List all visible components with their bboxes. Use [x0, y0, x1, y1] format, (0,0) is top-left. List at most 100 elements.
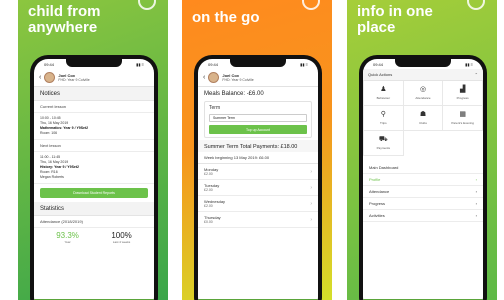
quick-action-parents-evening[interactable]: ▦ Parent's Evening — [443, 106, 483, 131]
student-avatar — [208, 72, 220, 83]
menu-main-dashboard[interactable]: Main Dashboard — [363, 162, 483, 174]
profile-text: Joel Cox FHD: Year 9 Colville — [222, 73, 253, 82]
quick-action-trips[interactable]: ⚲ Trips — [364, 106, 404, 131]
current-lesson-card[interactable]: 10:00 - 10:45 Thu, 16 May 2019 Mathemati… — [34, 113, 154, 140]
chevron-up-icon: ⌃ — [474, 72, 478, 77]
phone-screen: 09:44 ▮▮ ≡ Quick Actions ⌃ ♟ Behaviour ◎… — [363, 59, 483, 300]
term-total-payments: Summer Term Total Payments: £18.00 — [198, 140, 318, 152]
list-item[interactable]: Wednesday £2.00 › — [198, 196, 318, 212]
back-chevron-icon[interactable]: ‹ — [203, 74, 205, 81]
panel-headline: on the go — [192, 9, 260, 26]
status-time: 09:44 — [44, 61, 55, 67]
stat-year: 93.3% Year — [56, 231, 79, 244]
chevron-right-icon: › — [475, 189, 477, 194]
quick-action-payments[interactable]: ⛟ Payments — [364, 131, 404, 156]
term-select[interactable]: Summer Term — [209, 114, 307, 122]
statistics-title: Statistics — [34, 202, 154, 216]
chevron-right-icon: › — [310, 184, 312, 191]
quick-action-progress[interactable]: ▟ Progress — [443, 81, 483, 106]
attendance-label: Attendance (2018/2019) — [34, 216, 154, 228]
student-class: FHD: Year 9 Colville — [58, 78, 90, 82]
group-icon: ☗ — [419, 111, 427, 118]
meals-balance: Meals Balance: -£6.00 — [204, 91, 264, 97]
quick-action-label: Parent's Evening — [451, 121, 474, 125]
phone-notch — [230, 59, 286, 67]
decorative-ring — [138, 0, 156, 10]
phone-frame: 09:44 ▮▮ ≡ Quick Actions ⌃ ♟ Behaviour ◎… — [359, 55, 487, 300]
quick-actions-title: Quick Actions — [368, 72, 393, 77]
week-summary: Week beginning 13 May 2019: £6.00 — [198, 152, 318, 164]
next-lesson-card[interactable]: 11:00 - 11:45 Thu, 16 May 2019 History: … — [34, 152, 154, 184]
list-item[interactable]: Tuesday £2.00 › — [198, 180, 318, 196]
stat-year-value: 93.3% — [56, 231, 79, 240]
student-class: FHD: Year 9 Colville — [222, 78, 254, 82]
stat-recent: 100% Last 4 weeks — [111, 231, 131, 244]
promo-panel-payments: on the go 09:44 ▮▮ ≡ ‹ Joel Cox FHD: Yea… — [182, 0, 332, 300]
day-amount: £0.00 — [204, 220, 213, 224]
top-up-button[interactable]: Top up Account — [209, 125, 307, 134]
decorative-ring — [467, 0, 485, 10]
quick-action-label: Trips — [380, 121, 387, 125]
chevron-right-icon: › — [475, 201, 477, 206]
next-lesson-label: Next lesson — [34, 140, 154, 152]
download-reports-button[interactable]: Download Student Reports — [40, 188, 148, 198]
quick-action-label: Clubs — [419, 121, 427, 125]
menu-label: Profile — [369, 177, 381, 182]
status-signal-icon: ▮▮ ≡ — [136, 61, 144, 67]
status-time: 09:44 — [373, 61, 384, 67]
day-list: Monday £2.00 › Tuesday £2.00 › Wednesday… — [198, 164, 318, 228]
stat-recent-value: 100% — [111, 231, 132, 240]
menu-label: Attendance — [369, 189, 390, 194]
day-amount: £2.00 — [204, 172, 213, 176]
app-store-screenshots: child from anywhere 09:44 ▮▮ ≡ ‹ Joel Co… — [0, 0, 504, 300]
lesson-subject: Mathematics: Year 9 / Y9Set2 — [40, 126, 89, 130]
menu-progress[interactable]: Progress › — [363, 198, 483, 210]
chevron-right-icon: › — [310, 200, 312, 207]
quick-actions-header[interactable]: Quick Actions ⌃ — [363, 69, 483, 81]
pin-icon: ⚲ — [380, 111, 386, 118]
back-chevron-icon[interactable]: ‹ — [39, 74, 41, 81]
student-profile-header[interactable]: ‹ Joel Cox FHD: Year 9 Colville — [198, 69, 318, 87]
quick-action-behaviour[interactable]: ♟ Behaviour — [364, 81, 404, 106]
term-card: Term Summer Term Top up Account — [204, 101, 312, 138]
current-lesson-label: Current lesson — [34, 101, 154, 113]
list-item[interactable]: Thursday £0.00 › — [198, 212, 318, 228]
panel-headline: child from anywhere — [28, 3, 101, 36]
phone-notch — [66, 59, 122, 67]
list-item[interactable]: Monday £2.00 › — [198, 164, 318, 180]
promo-panel-monitor: child from anywhere 09:44 ▮▮ ≡ ‹ Joel Co… — [18, 0, 168, 300]
calendar-icon: ▦ — [459, 111, 466, 118]
cart-icon: ⛟ — [378, 136, 388, 143]
menu-profile[interactable]: Profile › — [363, 174, 483, 186]
term-title: Term — [209, 105, 221, 111]
quick-action-label: Behaviour — [376, 96, 391, 100]
phone-screen: 09:44 ▮▮ ≡ ‹ Joel Cox FHD: Year 9 Colvil… — [198, 59, 318, 300]
menu-activities[interactable]: Activities › — [363, 210, 483, 222]
quick-action-attendance[interactable]: ◎ Attendance — [403, 81, 444, 106]
menu-label: Main Dashboard — [369, 165, 399, 170]
panel-headline: info in one place — [357, 3, 433, 36]
profile-text: Joel Cox FHD: Year 9 Colville — [58, 73, 89, 82]
lesson-subject: History: Year 9 / Y9Set2 — [40, 165, 79, 169]
student-avatar — [44, 72, 56, 83]
chevron-right-icon: › — [475, 177, 477, 182]
chevron-right-icon: › — [310, 216, 312, 223]
phone-frame: 09:44 ▮▮ ≡ ‹ Joel Cox FHD: Year 9 Colvil… — [194, 55, 322, 300]
quick-action-clubs[interactable]: ☗ Clubs — [403, 106, 444, 131]
menu-attendance[interactable]: Attendance › — [363, 186, 483, 198]
status-signal-icon: ▮▮ ≡ — [465, 61, 473, 67]
day-amount: £2.00 — [204, 204, 213, 208]
menu-label: Activities — [369, 213, 385, 218]
day-amount: £2.00 — [204, 188, 213, 192]
chevron-right-icon: › — [475, 213, 477, 218]
main-menu: Main Dashboard Profile › Attendance › Pr… — [363, 162, 483, 222]
student-profile-header[interactable]: ‹ Joel Cox FHD: Year 9 Colville — [34, 69, 154, 87]
attendance-stats: 93.3% Year 100% Last 4 weeks — [34, 228, 154, 244]
quick-action-label: Payments — [376, 146, 390, 150]
quick-action-label: Attendance — [415, 96, 431, 100]
phone-screen: 09:44 ▮▮ ≡ ‹ Joel Cox FHD: Year 9 Colvil… — [34, 59, 154, 300]
phone-frame: 09:44 ▮▮ ≡ ‹ Joel Cox FHD: Year 9 Colvil… — [30, 55, 158, 300]
status-time: 09:44 — [208, 61, 219, 67]
notices-title: Notices — [34, 87, 154, 101]
promo-panel-info: info in one place 09:44 ▮▮ ≡ Quick Actio… — [347, 0, 497, 300]
